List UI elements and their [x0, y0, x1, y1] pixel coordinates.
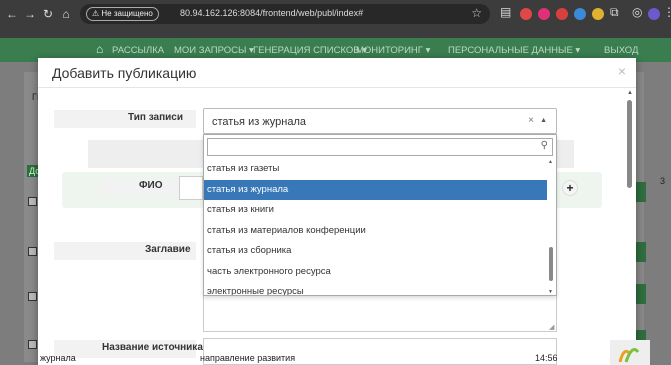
home-icon[interactable]: ⌂ [58, 6, 74, 22]
browser-chrome: ← → ↻ ⌂ ⚠ Не защищено 80.94.162.126:8084… [0, 0, 671, 38]
nav-item-monitoring[interactable]: МОНИТОРИНГ ▾ [356, 45, 430, 56]
extension-icon[interactable] [556, 8, 568, 20]
dropdown-search-input[interactable]: ⚲ [207, 138, 553, 156]
background-checkbox [28, 197, 37, 206]
dropdown-option[interactable]: часть электронного ресурса [204, 262, 547, 283]
chevron-up-icon[interactable]: ▲ [540, 117, 547, 124]
extension-icon[interactable] [592, 8, 604, 20]
extension-icon[interactable] [520, 8, 532, 20]
background-cell: направление развития [200, 353, 296, 363]
background-checkbox [28, 340, 37, 349]
dropdown-scrollbar[interactable]: ▲ ▼ [547, 159, 555, 295]
scroll-up-icon[interactable]: ▲ [548, 159, 553, 165]
author-label: ФИО [139, 180, 163, 191]
puzzle-icon[interactable]: ⧉ [610, 5, 619, 20]
corner-logo [610, 340, 650, 365]
dropdown-option[interactable]: статья из материалов конференции [204, 221, 547, 242]
avatar[interactable] [648, 8, 660, 20]
reload-icon[interactable]: ↻ [40, 6, 56, 22]
nav-item-list-generation[interactable]: ГЕНЕРАЦИЯ СПИСКОВ ▾ [253, 45, 367, 56]
dropdown-option[interactable]: статья из книги [204, 200, 547, 221]
address-bar[interactable]: ⚠ Не защищено 80.94.162.126:8084/fronten… [80, 4, 490, 24]
modal-title: Добавить публикацию [52, 65, 197, 81]
background-cell: 3 [660, 176, 666, 186]
dropdown-option[interactable]: электронные ресурсы [204, 282, 547, 295]
home-icon[interactable]: ⌂ [96, 42, 103, 56]
background-cell: журнала [40, 353, 76, 363]
extension-icon[interactable] [538, 8, 550, 20]
record-type-label: Тип записи [128, 112, 183, 123]
modal-header: Добавить публикацию × [38, 58, 636, 88]
search-icon: ⚲ [540, 140, 548, 151]
forward-icon[interactable]: → [22, 6, 38, 22]
scroll-up-icon[interactable]: ▲ [627, 90, 633, 96]
background-action [636, 242, 646, 262]
background-cell: 14:56 [535, 353, 558, 363]
url-text: 80.94.162.126:8084/frontend/web/publ/ind… [180, 8, 364, 18]
source-name-label: Название источника [102, 342, 203, 353]
scroll-thumb[interactable] [549, 247, 553, 281]
menu-icon[interactable]: ⋮ [663, 5, 671, 19]
background-checkbox [28, 292, 37, 301]
clear-icon[interactable]: × [528, 115, 534, 126]
dropdown-option[interactable]: статья из журнала [204, 179, 547, 200]
bookmark-star-icon[interactable]: ☆ [471, 6, 482, 20]
background-action [636, 182, 646, 202]
extension-icon[interactable] [574, 8, 586, 20]
nav-item-mailing[interactable]: РАССЫЛКА [112, 45, 164, 56]
resize-handle-icon[interactable]: ◢ [549, 323, 554, 331]
background-checkbox [28, 247, 37, 256]
close-icon[interactable]: × [618, 63, 626, 79]
add-publication-modal: Добавить публикацию × ▲ Тип записи ФИО +… [38, 58, 636, 365]
tab-search-icon[interactable]: ◎ [632, 5, 642, 19]
scroll-down-icon[interactable]: ▼ [548, 289, 553, 295]
security-warning-badge[interactable]: ⚠ Не защищено [86, 7, 159, 21]
title-label: Заглавие [145, 244, 191, 255]
dropdown-option-list: статья из газеты статья из журнала стать… [204, 159, 547, 295]
nav-item-personal-data[interactable]: ПЕРСОНАЛЬНЫЕ ДАННЫЕ ▾ [448, 45, 580, 56]
select-value: статья из журнала [212, 116, 307, 128]
extension-icon[interactable]: ▤ [500, 5, 511, 19]
record-type-dropdown: ⚲ статья из газеты статья из журнала ста… [203, 134, 557, 296]
background-action [636, 284, 646, 304]
author-input[interactable] [179, 176, 203, 200]
title-textarea[interactable] [203, 296, 557, 332]
dropdown-option[interactable]: статья из газеты [204, 159, 547, 180]
back-icon[interactable]: ← [4, 6, 20, 22]
modal-scrollbar[interactable]: ▲ [626, 90, 634, 365]
nav-item-my-requests[interactable]: МОИ ЗАПРОСЫ ▾ [174, 45, 254, 56]
add-author-button[interactable]: + [562, 180, 578, 196]
scroll-thumb[interactable] [627, 100, 632, 188]
dropdown-option[interactable]: статья из сборника [204, 241, 547, 262]
record-type-select[interactable]: статья из журнала × ▲ [203, 108, 557, 134]
nav-item-logout[interactable]: ВЫХОД [604, 45, 638, 56]
